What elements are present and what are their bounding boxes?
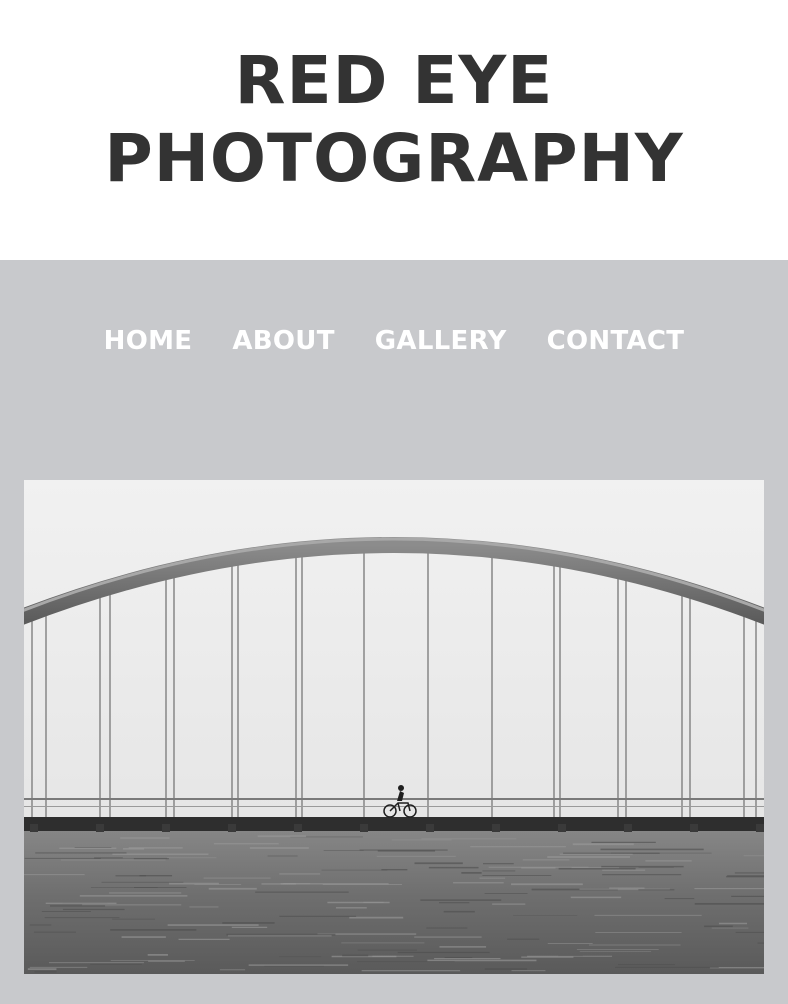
site-title-line-1: RED EYE bbox=[234, 42, 554, 119]
bridge-support bbox=[426, 824, 434, 832]
main-area: HOME ABOUT GALLERY CONTACT bbox=[0, 260, 788, 1004]
nav-home-link[interactable]: HOME bbox=[104, 324, 193, 358]
hero-image bbox=[24, 480, 764, 974]
bridge-photo bbox=[24, 480, 764, 974]
bridge-support bbox=[624, 824, 632, 832]
bridge-deck bbox=[24, 817, 764, 831]
bridge-support bbox=[30, 824, 38, 832]
site-title-line-2: PHOTOGRAPHY bbox=[104, 120, 684, 197]
water bbox=[24, 820, 764, 974]
bridge-support bbox=[360, 824, 368, 832]
bridge-support bbox=[492, 824, 500, 832]
sky bbox=[24, 480, 764, 820]
main-nav: HOME ABOUT GALLERY CONTACT bbox=[0, 324, 788, 358]
site-title: RED EYE PHOTOGRAPHY bbox=[0, 42, 788, 198]
bridge-support bbox=[690, 824, 698, 832]
bridge-railing-top bbox=[24, 798, 764, 800]
bridge-support bbox=[756, 824, 764, 832]
bridge-support bbox=[228, 824, 236, 832]
nav-about-link[interactable]: ABOUT bbox=[232, 324, 334, 358]
site-header: RED EYE PHOTOGRAPHY bbox=[0, 0, 788, 260]
nav-contact-link[interactable]: CONTACT bbox=[547, 324, 685, 358]
bridge-support bbox=[162, 824, 170, 832]
bridge-support bbox=[558, 824, 566, 832]
bridge-support bbox=[96, 824, 104, 832]
nav-gallery-link[interactable]: GALLERY bbox=[375, 324, 507, 358]
bridge-support bbox=[294, 824, 302, 832]
